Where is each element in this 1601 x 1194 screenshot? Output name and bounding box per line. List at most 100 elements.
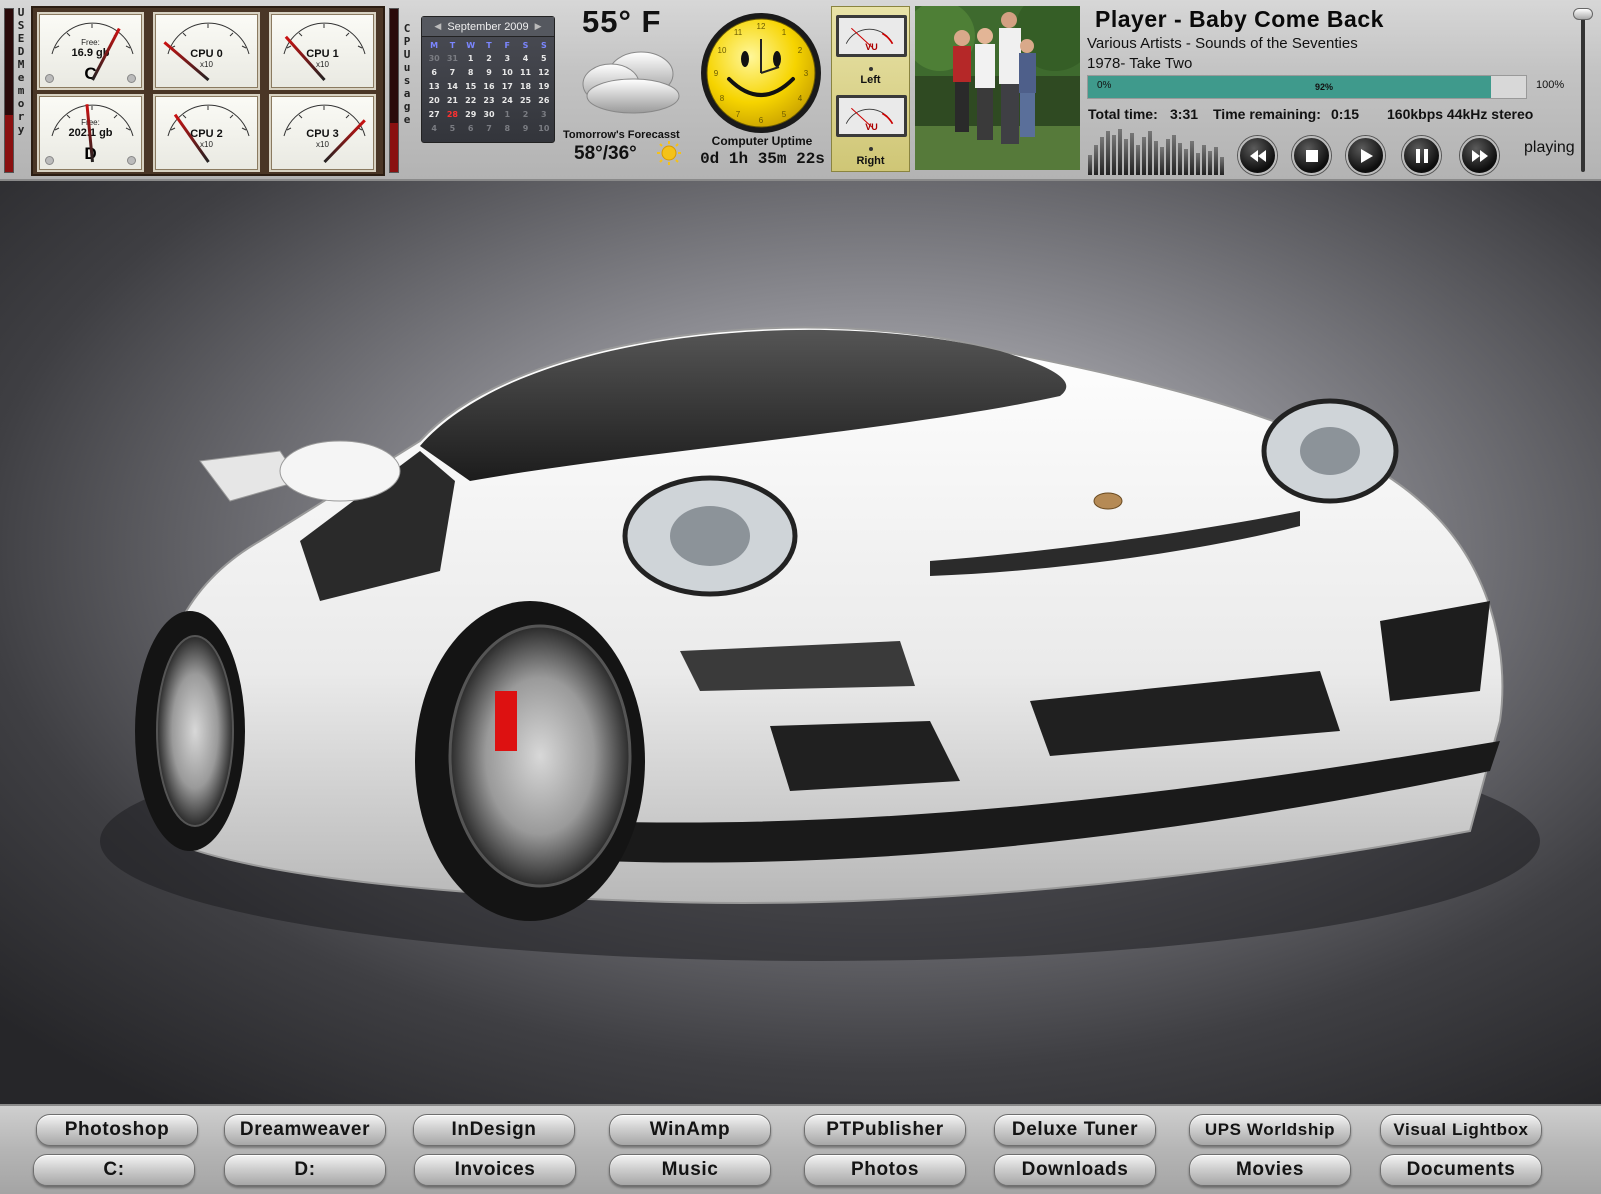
calendar-day[interactable]: 1 — [498, 107, 516, 121]
invoices-button[interactable]: Invoices — [414, 1154, 576, 1186]
visual-lightbox-button[interactable]: Visual Lightbox — [1380, 1114, 1542, 1146]
play-button[interactable] — [1346, 136, 1385, 175]
calendar-day[interactable]: 11 — [516, 65, 534, 79]
calendar-day[interactable]: 8 — [462, 65, 480, 79]
calendar-day[interactable]: 5 — [535, 51, 553, 65]
calendar-day[interactable]: 27 — [425, 107, 443, 121]
music-button[interactable]: Music — [609, 1154, 771, 1186]
ups-worldship-button[interactable]: UPS Worldship — [1189, 1114, 1351, 1146]
rewind-button[interactable] — [1238, 136, 1277, 175]
photoshop-button[interactable]: Photoshop — [36, 1114, 198, 1146]
calendar-day[interactable]: 26 — [535, 93, 553, 107]
ptpublisher-button[interactable]: PTPublisher — [804, 1114, 966, 1146]
calendar-day[interactable]: 7 — [443, 65, 461, 79]
calendar-next-icon[interactable]: ▶ — [535, 21, 542, 32]
calendar-day[interactable]: 4 — [425, 121, 443, 135]
winamp-button[interactable]: WinAmp — [609, 1114, 771, 1146]
calendar-week-row: 6 7 8 9 10 11 12 — [425, 65, 553, 79]
calendar-month: September 2009 — [447, 20, 529, 33]
fast-forward-button[interactable] — [1460, 136, 1499, 175]
calendar-day[interactable]: 8 — [498, 121, 516, 135]
indesign-button[interactable]: InDesign — [413, 1114, 575, 1146]
calendar-day[interactable]: 6 — [462, 121, 480, 135]
pause-icon — [1415, 148, 1428, 163]
cpu3-gauge[interactable]: CPU 3 x10 — [269, 94, 376, 172]
calendar-day[interactable]: 10 — [498, 65, 516, 79]
calendar-day[interactable]: 7 — [480, 121, 498, 135]
documents-button[interactable]: Documents — [1380, 1154, 1542, 1186]
playback-progress-bar[interactable] — [1087, 75, 1527, 99]
c-drive-button[interactable]: C: — [33, 1154, 195, 1186]
calendar-day[interactable]: 6 — [425, 65, 443, 79]
cpu0-multiplier: x10 — [200, 60, 213, 69]
calendar-day[interactable]: 9 — [480, 65, 498, 79]
calendar-day[interactable]: 30 — [425, 51, 443, 65]
calendar-day[interactable]: 10 — [535, 121, 553, 135]
calendar-day[interactable]: 12 — [535, 65, 553, 79]
current-temperature: 55° F — [582, 4, 662, 39]
calendar-day[interactable]: 15 — [462, 79, 480, 93]
dreamweaver-button[interactable]: Dreamweaver — [224, 1114, 386, 1146]
photos-button[interactable]: Photos — [804, 1154, 966, 1186]
c-drive-free-label: Free: — [81, 38, 100, 47]
calendar-day[interactable]: 4 — [516, 51, 534, 65]
cpu3-multiplier: x10 — [316, 140, 329, 149]
calendar-widget[interactable]: ◀ September 2009 ▶ M T W T F S S 30 31 1… — [421, 16, 555, 143]
calendar-day[interactable]: 2 — [516, 107, 534, 121]
calendar-day[interactable]: 24 — [498, 93, 516, 107]
cpu1-label: CPU 1 — [306, 48, 339, 60]
calendar-day[interactable]: 21 — [443, 93, 461, 107]
volume-slider-track[interactable] — [1581, 12, 1585, 172]
calendar-prev-icon[interactable]: ◀ — [434, 21, 441, 32]
calendar-day[interactable]: 19 — [535, 79, 553, 93]
svg-text:10: 10 — [718, 46, 727, 55]
c-drive-gauge[interactable]: Free: 16.9 gb C — [37, 12, 144, 90]
pause-button[interactable] — [1402, 136, 1441, 175]
calendar-today[interactable]: 28 — [443, 107, 461, 121]
cpu2-gauge[interactable]: CPU 2 x10 — [153, 94, 260, 172]
sun-icon — [657, 141, 681, 165]
downloads-button[interactable]: Downloads — [994, 1154, 1156, 1186]
calendar-day[interactable]: 16 — [480, 79, 498, 93]
calendar-day[interactable]: 31 — [443, 51, 461, 65]
calendar-day[interactable]: 22 — [462, 93, 480, 107]
fast-forward-icon — [1471, 149, 1488, 162]
cpu1-gauge[interactable]: CPU 1 x10 — [269, 12, 376, 90]
calendar-day[interactable]: 9 — [516, 121, 534, 135]
calendar-week-row: 27 28 29 30 1 2 3 — [425, 107, 553, 121]
gauge-knob — [127, 74, 136, 83]
calendar-day[interactable]: 18 — [516, 79, 534, 93]
calendar-day[interactable]: 2 — [480, 51, 498, 65]
svg-text:9: 9 — [714, 69, 719, 78]
gauge-knob — [45, 74, 54, 83]
d-drive-gauge[interactable]: Free: 202.1 gb D — [37, 94, 144, 172]
uptime-value: 0d 1h 35m 22s — [700, 150, 825, 168]
cpu3-label: CPU 3 — [306, 128, 339, 140]
d-drive-button[interactable]: D: — [224, 1154, 386, 1186]
volume-slider-thumb[interactable] — [1573, 8, 1593, 20]
calendar-day[interactable]: 29 — [462, 107, 480, 121]
widget-bar: USEDMemory Free: 16.9 gb C CPU 0 x10 CPU… — [0, 0, 1601, 181]
stop-button[interactable] — [1292, 136, 1331, 175]
weekday: T — [486, 40, 492, 50]
deluxe-tuner-button[interactable]: Deluxe Tuner — [994, 1114, 1156, 1146]
forecast-value: 58°/36° — [574, 143, 637, 164]
calendar-day[interactable]: 3 — [535, 107, 553, 121]
calendar-day[interactable]: 13 — [425, 79, 443, 93]
calendar-day[interactable]: 23 — [480, 93, 498, 107]
movies-button[interactable]: Movies — [1189, 1154, 1351, 1186]
calendar-day[interactable]: 25 — [516, 93, 534, 107]
calendar-day[interactable]: 5 — [443, 121, 461, 135]
calendar-day[interactable]: 20 — [425, 93, 443, 107]
calendar-day[interactable]: 1 — [462, 51, 480, 65]
calendar-grid: M T W T F S S 30 31 1 2 3 4 5 6 7 8 9 10… — [425, 39, 553, 135]
calendar-day[interactable]: 3 — [498, 51, 516, 65]
calendar-day[interactable]: 30 — [480, 107, 498, 121]
total-time-label: Total time: — [1088, 106, 1158, 122]
progress-fill — [1088, 76, 1491, 98]
calendar-day[interactable]: 14 — [443, 79, 461, 93]
progress-start-label: 0% — [1097, 80, 1112, 91]
cpu0-gauge[interactable]: CPU 0 x10 — [153, 12, 260, 90]
weekday: T — [449, 40, 456, 50]
calendar-day[interactable]: 17 — [498, 79, 516, 93]
